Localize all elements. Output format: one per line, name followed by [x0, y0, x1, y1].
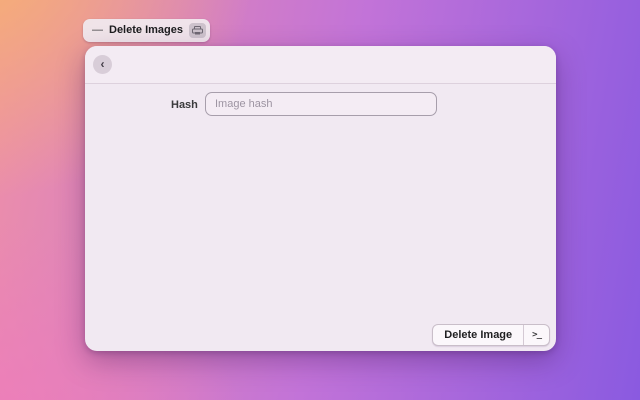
terminal-command-button[interactable]: >_	[524, 325, 549, 345]
window-body: Hash Delete Image >_	[85, 84, 556, 350]
delete-image-button[interactable]: Delete Image	[433, 325, 525, 345]
delete-images-window: ‹ Hash Delete Image >_	[85, 46, 556, 351]
chevron-left-icon: ‹	[100, 56, 105, 71]
hash-label: Hash	[171, 99, 198, 111]
window-header: ‹	[85, 46, 556, 84]
tab-dash: —	[92, 24, 103, 36]
tab-label: Delete Images	[109, 24, 183, 36]
back-button[interactable]: ‹	[93, 55, 112, 74]
terminal-icon: >_	[532, 329, 542, 340]
action-button-group: Delete Image >_	[432, 324, 550, 346]
printer-icon	[188, 23, 206, 38]
hash-input[interactable]	[205, 92, 437, 116]
tab-delete-images[interactable]: — Delete Images	[83, 19, 210, 42]
